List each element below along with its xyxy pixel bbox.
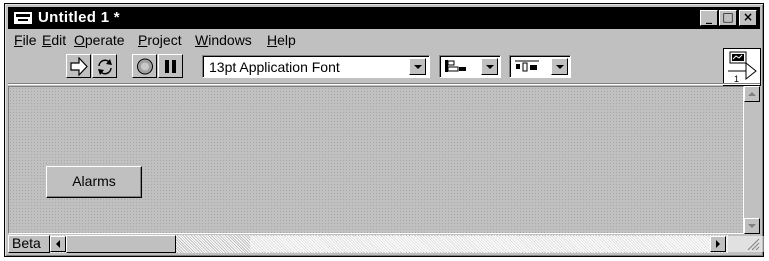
scroll-left-button[interactable] [50,236,66,252]
distribute-objects-dropdown[interactable] [509,55,571,78]
text-settings-dropdown[interactable]: 13pt Application Font [202,55,430,78]
vi-connector-icon: 1 [728,51,757,84]
run-continuously-button[interactable] [92,54,117,78]
front-panel-area[interactable]: Alarms [8,86,744,234]
vi-front-panel-window: Untitled 1 * _ □ × File Edit Operate Pro… [4,3,769,257]
title-bar[interactable]: Untitled 1 * _ □ × [8,7,760,29]
window-title: Untitled 1 * [38,9,120,26]
scroll-right-button[interactable] [710,236,726,252]
menu-windows[interactable]: Windows [195,32,252,48]
pause-button[interactable] [158,54,183,78]
scrollbar-track-shading [250,236,769,252]
align-objects-icon [445,60,466,72]
abort-execution-button[interactable] [132,54,157,78]
vi-window-icon[interactable] [14,12,32,24]
distribute-objects-icon [515,60,539,72]
menu-edit[interactable]: Edit [42,32,66,48]
menu-project[interactable]: Project [138,32,182,48]
align-objects-dropdown-arrow[interactable] [481,58,498,75]
toolbar-separator [8,83,760,85]
context-label[interactable]: Beta [8,235,50,253]
scroll-up-button[interactable] [744,86,760,102]
menu-help[interactable]: Help [267,32,296,48]
close-button[interactable]: × [739,10,757,26]
bottom-bar: Beta [8,235,769,253]
vi-icon-connector-pane[interactable]: 1 [723,48,761,86]
distribute-objects-dropdown-arrow[interactable] [551,58,568,75]
menu-bar: File Edit Operate Project Windows Help [8,30,708,50]
toolbar: 13pt Application Font [8,51,708,81]
resize-grip-icon[interactable] [746,237,760,251]
align-objects-dropdown[interactable] [439,55,501,78]
alarms-button[interactable]: Alarms [46,166,142,198]
abort-execution-icon [137,58,153,75]
minimize-button[interactable]: _ [700,10,718,26]
vertical-scrollbar[interactable] [744,86,760,234]
menu-operate[interactable]: Operate [74,32,125,48]
text-settings-dropdown-arrow[interactable] [409,58,426,75]
maximize-button[interactable]: □ [719,10,737,26]
menu-file[interactable]: File [14,32,37,48]
horizontal-scroll-thumb[interactable] [66,235,176,253]
scroll-down-button[interactable] [744,218,760,234]
horizontal-scrollbar[interactable] [50,235,769,253]
run-arrow-icon [70,57,88,76]
pause-icon [165,60,176,73]
run-button[interactable] [66,54,91,78]
text-settings-value: 13pt Application Font [209,59,340,75]
run-continuously-icon [98,59,112,75]
